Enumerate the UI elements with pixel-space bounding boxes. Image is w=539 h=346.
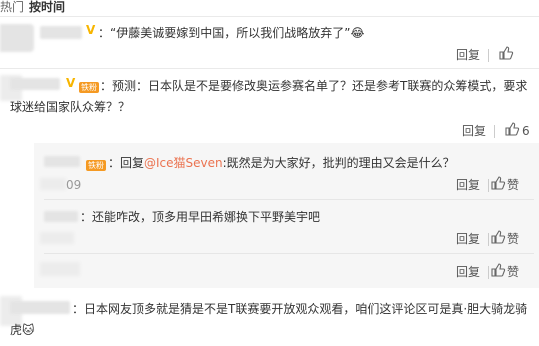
reply-text-blurred [40,262,80,276]
tab-hot[interactable]: 热门 [0,0,24,15]
emoji-icon: 🐱 [22,323,35,337]
action-separator [488,179,489,192]
verified-icon: V [86,23,96,37]
reply-text: ：回复@Ice猫Seven:既然是为大家好，批判的理由又会是什么？ [108,156,455,170]
username-blurred[interactable] [44,156,80,167]
divider [44,199,534,200]
action-separator [488,233,489,246]
username-blurred[interactable] [10,78,60,90]
like-label: 赞 [507,265,520,279]
timestamp-blurred [40,178,66,190]
thumb-up-icon [491,263,506,277]
username-blurred[interactable] [44,211,78,222]
reply-button[interactable]: 回复 [456,47,480,63]
fan-badge: 铁粉 [86,160,106,171]
timestamp-blurred [40,232,74,244]
action-separator [488,49,489,62]
action-separator [494,125,495,138]
tab-by-time[interactable]: 按时间 [29,0,65,15]
comment-text-line1: ：日本网友顶多就是猜是不是T联赛要开放观众观看，咱们这评论区可是真·胆大骑龙骑 [72,302,528,316]
like-button[interactable] [504,121,520,140]
action-separator [488,266,489,279]
username-blurred[interactable] [10,301,70,314]
like-label: 赞 [507,232,520,246]
like-button[interactable] [490,175,506,194]
comment-text-line1: ：预测：日本队是不是要修改奥运参赛名单了？还是参考T联赛的众筹模式，要求 [100,79,528,93]
avatar[interactable] [0,24,34,52]
verified-icon: V [66,76,76,90]
reply-button[interactable]: 回复 [456,231,480,247]
reply-button[interactable]: 回复 [456,264,480,280]
timestamp-fragment: 09 [66,178,82,192]
mention-link[interactable]: @Ice猫Seven [144,156,223,170]
thumb-up-icon [499,46,514,60]
thumb-up-icon [505,122,520,136]
like-count: 6 [522,124,530,138]
like-button[interactable] [490,229,506,248]
fan-badge: 铁粉 [79,82,99,93]
like-label: 赞 [507,178,520,192]
username-blurred[interactable] [40,26,82,39]
comment-text: ：“伊藤美诚要嫁到中国，所以我们战略放弃了”😂 [98,26,365,40]
comment-text-line2: 虎🐱 [10,323,35,337]
like-button[interactable] [498,45,514,64]
reply-button[interactable]: 回复 [462,123,486,139]
thumb-up-icon [491,176,506,190]
reply-button[interactable]: 回复 [456,177,480,193]
divider [0,16,539,17]
comment-text-line2: 球迷给国家队众筹？？ [10,100,131,114]
reply-text: ：还能咋改，顶多用早田希娜换下平野美宇吧 [80,210,321,224]
thumb-up-icon [491,230,506,244]
like-button[interactable] [490,262,506,281]
divider [0,68,539,69]
divider [44,253,534,254]
